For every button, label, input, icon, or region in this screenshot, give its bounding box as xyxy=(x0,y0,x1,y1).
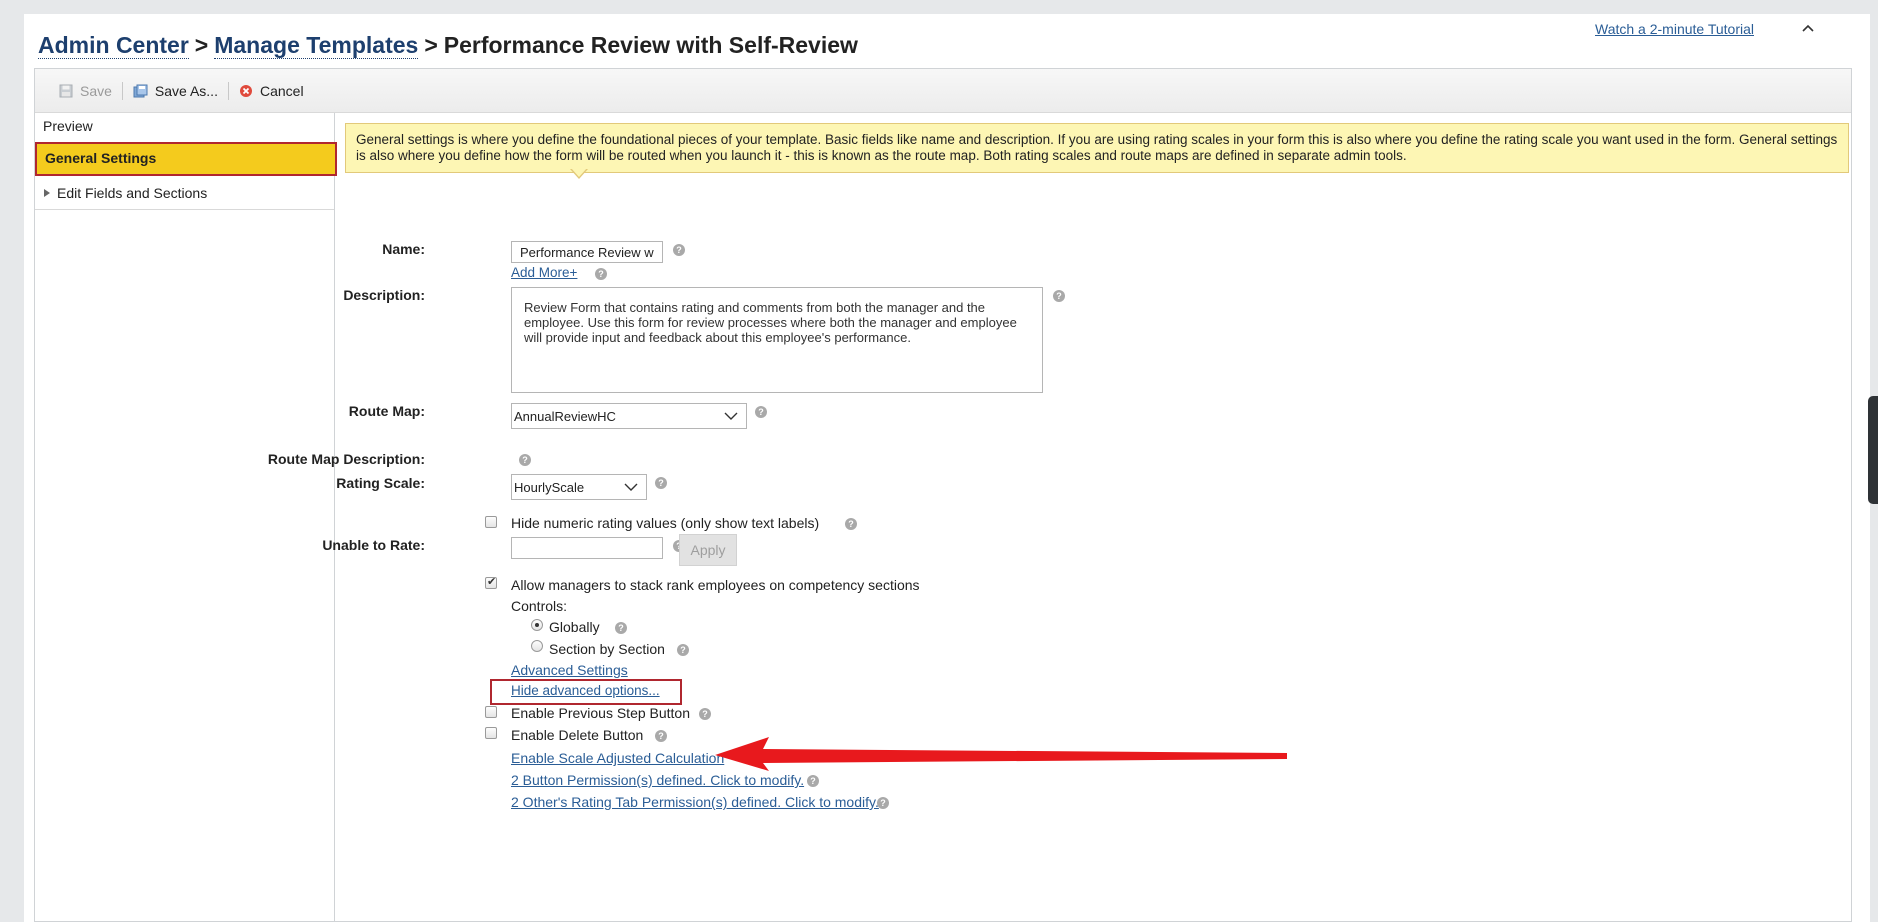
save-as-label: Save As... xyxy=(154,82,218,99)
breadcrumb-admin-center[interactable]: Admin Center xyxy=(38,32,189,59)
help-icon[interactable]: ? xyxy=(595,268,607,280)
save-as-icon xyxy=(133,84,148,97)
general-settings-panel: General settings is where you define the… xyxy=(268,113,1851,921)
help-icon[interactable]: ? xyxy=(845,518,857,530)
help-icon[interactable]: ? xyxy=(655,730,667,742)
rating-scale-label: Rating Scale: xyxy=(336,475,425,491)
description-textarea[interactable]: Review Form that contains rating and com… xyxy=(511,287,1043,393)
info-callout: General settings is where you define the… xyxy=(345,123,1849,173)
help-icon[interactable]: ? xyxy=(519,454,531,466)
name-label: Name: xyxy=(382,241,425,257)
help-icon[interactable]: ? xyxy=(1053,290,1065,302)
enable-previous-step-checkbox[interactable] xyxy=(485,706,497,718)
save-as-button[interactable]: Save As... xyxy=(123,83,228,99)
help-icon[interactable]: ? xyxy=(877,797,889,809)
sidebar-item-general-settings[interactable]: General Settings xyxy=(35,142,337,176)
name-input[interactable] xyxy=(511,241,663,263)
sidebar-item-preview[interactable]: Preview xyxy=(35,113,334,141)
add-more-link[interactable]: Add More+ xyxy=(511,265,577,280)
route-map-description-label: Route Map Description: xyxy=(267,451,425,467)
cancel-button[interactable]: Cancel xyxy=(229,83,314,99)
info-callout-pointer xyxy=(570,168,588,179)
breadcrumb: Admin Center > Manage Templates > Performanc… xyxy=(38,32,858,59)
sidebar: Preview General Settings Edit Fields and… xyxy=(35,113,337,921)
help-icon[interactable]: ? xyxy=(699,708,711,720)
side-panel-handle[interactable] xyxy=(1868,396,1878,504)
enable-delete-checkbox[interactable] xyxy=(485,727,497,739)
floppy-icon xyxy=(59,84,73,97)
route-map-select[interactable]: AnnualReviewHC xyxy=(511,403,747,429)
sidebar-item-label: Edit Fields and Sections xyxy=(57,184,208,201)
apply-button[interactable]: Apply xyxy=(679,534,737,566)
hide-numeric-label: Hide numeric rating values (only show te… xyxy=(511,515,820,531)
help-icon[interactable]: ? xyxy=(673,244,685,256)
save-label: Save xyxy=(80,82,112,99)
enable-scale-adjusted-link[interactable]: Enable Scale Adjusted Calculation xyxy=(511,750,724,766)
page: Watch a 2-minute Tutorial Admin Center > M… xyxy=(24,14,1870,922)
help-icon[interactable]: ? xyxy=(755,406,767,418)
hide-numeric-checkbox[interactable] xyxy=(485,516,497,528)
button-permissions-link[interactable]: 2 Button Permission(s) defined. Click to… xyxy=(511,772,804,788)
breadcrumb-separator: > xyxy=(424,32,438,58)
hide-advanced-options-link[interactable]: Hide advanced options... xyxy=(511,683,660,698)
cancel-label: Cancel xyxy=(259,82,304,99)
rating-scale-value: HourlyScale xyxy=(514,479,585,495)
controls-label: Controls: xyxy=(511,598,568,614)
enable-previous-step-label: Enable Previous Step Button xyxy=(511,705,691,721)
rating-scale-select[interactable]: HourlyScale xyxy=(511,474,647,500)
help-icon[interactable]: ? xyxy=(677,644,689,656)
enable-delete-label: Enable Delete Button xyxy=(511,727,644,743)
breadcrumb-manage-templates[interactable]: Manage Templates xyxy=(214,32,419,59)
rating-tab-permissions-link[interactable]: 2 Other's Rating Tab Permission(s) defin… xyxy=(511,794,879,810)
unable-to-rate-input[interactable] xyxy=(511,537,663,559)
advanced-settings-link[interactable]: Advanced Settings xyxy=(511,662,628,678)
help-icon[interactable]: ? xyxy=(655,477,667,489)
tutorial-link[interactable]: Watch a 2-minute Tutorial xyxy=(1595,21,1754,37)
help-icon[interactable]: ? xyxy=(807,775,819,787)
page-title: Performance Review with Self-Review xyxy=(443,32,858,58)
chevron-up-icon[interactable] xyxy=(1798,18,1818,38)
globally-radio[interactable] xyxy=(531,619,543,631)
sidebar-item-edit-fields[interactable]: Edit Fields and Sections xyxy=(35,176,334,210)
toolbar: Save Save As... Cancel xyxy=(35,69,1851,113)
editor-frame: Save Save As... Cancel Preview General S… xyxy=(34,68,1852,922)
red-arrow-annotation xyxy=(715,737,1287,771)
globally-label: Globally xyxy=(549,619,600,635)
stack-rank-checkbox[interactable] xyxy=(485,575,497,589)
triangle-right-icon[interactable] xyxy=(43,188,51,198)
cancel-icon xyxy=(239,84,252,97)
chevron-down-icon xyxy=(724,412,738,420)
chevron-down-icon xyxy=(624,483,638,491)
stack-rank-label: Allow managers to stack rank employees o… xyxy=(511,577,920,593)
breadcrumb-separator: > xyxy=(194,32,209,58)
save-button[interactable]: Save xyxy=(49,83,122,99)
section-by-section-label: Section by Section xyxy=(549,641,665,657)
route-map-label: Route Map: xyxy=(348,403,425,419)
description-label: Description: xyxy=(343,287,425,303)
route-map-value: AnnualReviewHC xyxy=(514,408,616,424)
unable-to-rate-label: Unable to Rate: xyxy=(322,537,425,553)
section-by-section-radio[interactable] xyxy=(531,640,543,652)
help-icon[interactable]: ? xyxy=(615,622,627,634)
